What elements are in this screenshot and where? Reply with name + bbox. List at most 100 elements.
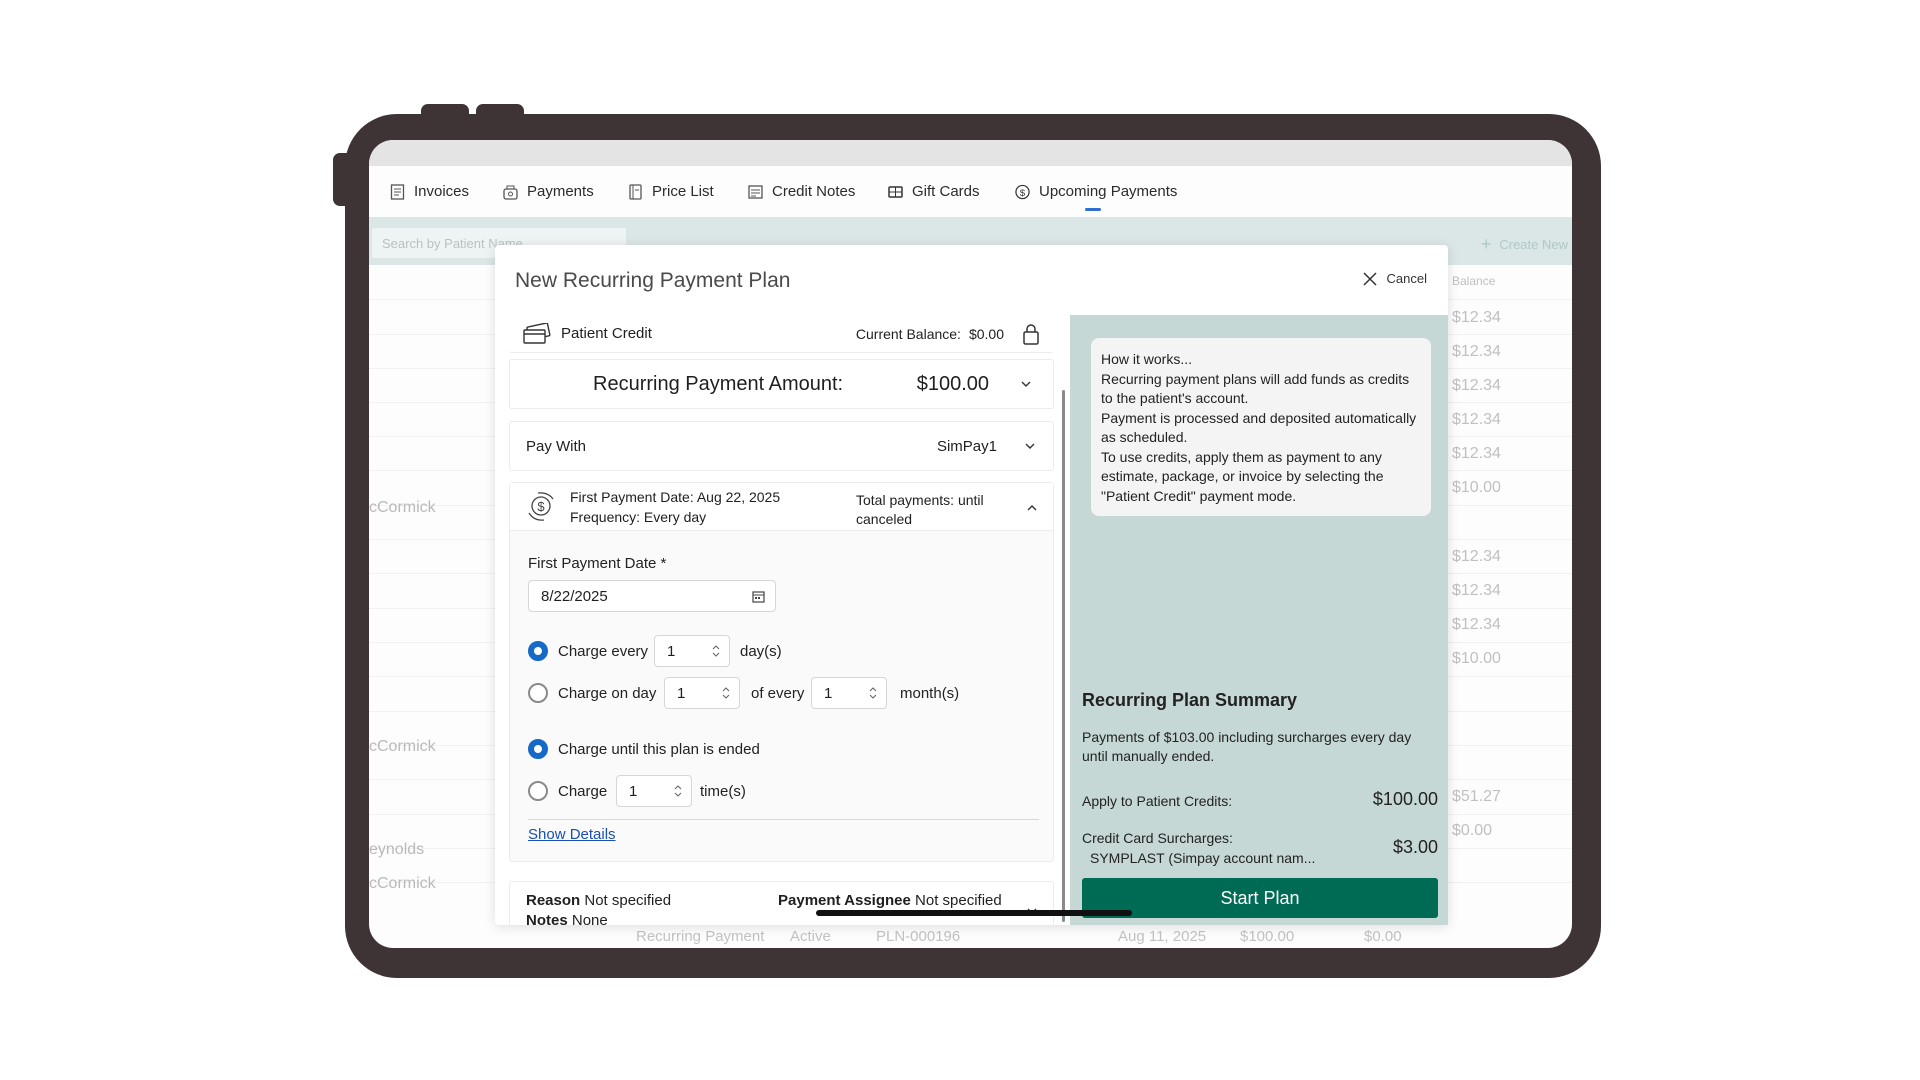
first-payment-date-label: First Payment Date * xyxy=(528,555,667,572)
current-balance-value: $0.00 xyxy=(968,325,1004,342)
stepper-value: 1 xyxy=(667,643,676,660)
pay-with-select[interactable]: Pay With SimPay1 xyxy=(509,421,1054,471)
schedule-section: $ First Payment Date: Aug 22, 2025 Frequ… xyxy=(509,482,1054,862)
charge-until-label: Charge until this plan is ended xyxy=(558,741,760,758)
surcharge-account: SYMPLAST (Simpay account nam... xyxy=(1090,850,1316,866)
charge-until-ended-radio[interactable] xyxy=(528,739,548,759)
balance-cell: $12.34 xyxy=(1452,582,1501,599)
frequency-summary: Frequency: Every day xyxy=(570,509,707,525)
assignee-label: Payment Assignee xyxy=(778,892,911,909)
scrollbar[interactable] xyxy=(1062,390,1065,922)
cancel-button[interactable]: Cancel xyxy=(1363,271,1427,286)
first-payment-summary: First Payment Date: Aug 22, 2025 xyxy=(570,489,781,505)
reason-label: Reason xyxy=(526,892,581,909)
plan-form: Patient Credit Current Balance: $0.00 Re… xyxy=(509,315,1058,925)
charge-every-stepper[interactable]: 1 xyxy=(654,635,730,667)
summary-panel: How it works... Recurring payment plans … xyxy=(1070,315,1448,925)
summary-description: Payments of $103.00 including surcharges… xyxy=(1082,729,1412,764)
charge-times-label: Charge xyxy=(558,783,608,800)
create-new-label: Create New xyxy=(1499,237,1568,252)
recurring-amount-row[interactable]: Recurring Payment Amount: $100.00 xyxy=(509,359,1054,409)
of-every-stepper[interactable]: 1 xyxy=(811,677,887,709)
month-unit: month(s) xyxy=(900,685,960,702)
status-bar xyxy=(369,140,1572,166)
lock-icon xyxy=(1023,323,1039,345)
patient-name: eynolds xyxy=(369,841,425,858)
patient-credit-row: Patient Credit Current Balance: $0.00 xyxy=(509,315,1054,353)
first-payment-date-input[interactable]: 8/22/2025 xyxy=(528,580,776,612)
tab-bar: Invoices Payments Price List Credit Note… xyxy=(369,166,1572,217)
charge-every-label: Charge every xyxy=(558,643,649,660)
how-it-works-title: How it works... xyxy=(1101,351,1193,367)
balance-cell: $12.34 xyxy=(1452,343,1501,360)
charge-on-day-radio[interactable] xyxy=(528,683,548,703)
stepper-value: 1 xyxy=(629,783,638,800)
modal-title: New Recurring Payment Plan xyxy=(515,269,791,292)
charge-times-stepper[interactable]: 1 xyxy=(616,775,692,807)
active-tab-indicator xyxy=(1085,208,1101,211)
cancel-label: Cancel xyxy=(1386,271,1427,286)
stepper-arrows-icon xyxy=(712,645,720,657)
stepper-arrows-icon xyxy=(674,785,682,797)
start-plan-button[interactable]: Start Plan xyxy=(1082,878,1438,918)
current-balance-label: Current Balance: xyxy=(855,325,961,342)
recurring-payment-icon: $ xyxy=(528,492,554,521)
credit-notes-icon xyxy=(748,184,763,199)
tab-upcoming-payments[interactable]: $ Upcoming Payments xyxy=(1015,183,1177,200)
show-details-link[interactable]: Show Details xyxy=(528,826,616,843)
chevron-down-icon xyxy=(1021,381,1031,387)
reason-value: Not specified xyxy=(584,892,672,909)
tab-gift-cards[interactable]: Gift Cards xyxy=(888,183,980,200)
summary-title: Recurring Plan Summary xyxy=(1082,690,1298,710)
charge-every-radio[interactable] xyxy=(528,641,548,661)
credit-card-icon xyxy=(523,322,551,344)
calendar-icon[interactable] xyxy=(752,590,765,603)
pay-with-label: Pay With xyxy=(526,437,587,455)
close-icon xyxy=(1363,271,1377,286)
dollar-circle-icon: $ xyxy=(1015,184,1030,199)
invoice-icon xyxy=(390,183,405,200)
surcharge-label: Credit Card Surcharges: xyxy=(1082,830,1233,846)
patient-name: cCormick xyxy=(369,875,436,892)
svg-text:$: $ xyxy=(1020,187,1026,197)
charge-on-day-stepper[interactable]: 1 xyxy=(664,677,740,709)
tab-invoices[interactable]: Invoices xyxy=(390,183,469,200)
stepper-value: 1 xyxy=(824,685,833,702)
balance-cell: $12.34 xyxy=(1452,377,1501,394)
charge-times-radio[interactable] xyxy=(528,781,548,801)
balance-column-header: Balance xyxy=(1452,274,1496,288)
gift-card-icon xyxy=(888,185,903,198)
tab-price-list[interactable]: Price List xyxy=(628,183,714,200)
balance-cell: $10.00 xyxy=(1452,479,1501,496)
charge-every-unit: day(s) xyxy=(740,643,782,660)
tab-credit-notes[interactable]: Credit Notes xyxy=(748,183,855,200)
tab-label: Price List xyxy=(652,183,714,200)
how-it-works-line: Payment is processed and deposited autom… xyxy=(1101,409,1417,446)
bg-row-date: Aug 11, 2025 xyxy=(1118,928,1207,945)
home-indicator xyxy=(816,910,1132,916)
tab-label: Upcoming Payments xyxy=(1039,183,1178,200)
plus-icon: + xyxy=(1480,234,1492,254)
balance-cell: $0.00 xyxy=(1452,822,1493,839)
bg-row-balance: $0.00 xyxy=(1364,928,1402,945)
tab-payments[interactable]: Payments xyxy=(503,183,594,200)
surcharge-value: $3.00 xyxy=(1392,837,1438,857)
total-payments: Total payments: until canceled xyxy=(856,492,984,527)
balance-cell: $12.34 xyxy=(1452,548,1501,565)
stepper-arrows-icon xyxy=(722,687,730,699)
patient-name: cCormick xyxy=(369,738,436,755)
schedule-header[interactable]: $ First Payment Date: Aug 22, 2025 Frequ… xyxy=(510,483,1053,531)
how-it-works-line: Recurring payment plans will add funds a… xyxy=(1101,370,1410,407)
create-new-button[interactable]: + Create New xyxy=(1481,234,1568,255)
chevron-up-icon xyxy=(1027,505,1037,511)
bg-row-plan: PLN-000196 xyxy=(876,928,961,945)
pay-with-value: SimPay1 xyxy=(936,437,997,455)
balance-cell: $12.34 xyxy=(1452,616,1501,633)
apply-credits-value: $100.00 xyxy=(1372,789,1438,809)
notes-label: Notes xyxy=(526,912,568,925)
balance-cell: $12.34 xyxy=(1452,445,1501,462)
stepper-value: 1 xyxy=(677,685,686,702)
tab-label: Invoices xyxy=(414,183,470,200)
balance-cell: $10.00 xyxy=(1452,650,1501,667)
reason-notes-row[interactable]: Reason Not specified Notes None Payment … xyxy=(509,881,1054,925)
